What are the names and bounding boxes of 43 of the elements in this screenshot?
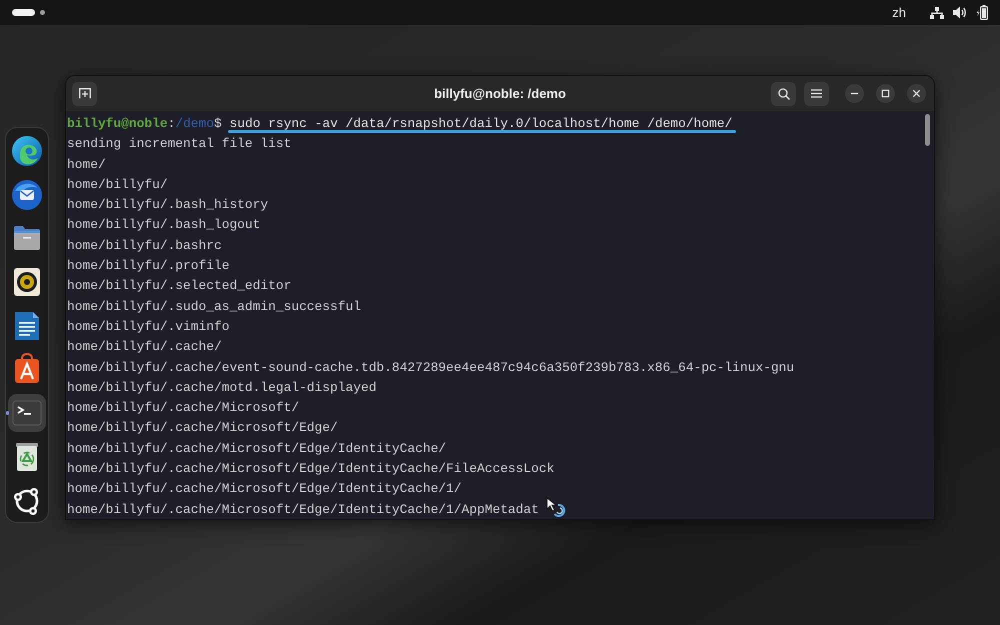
- output-line: home/billyfu/.cache/motd.legal-displayed: [67, 378, 376, 397]
- close-button[interactable]: [907, 84, 926, 103]
- close-icon: [912, 89, 921, 98]
- output-line: home/billyfu/.cache/event-sound-cache.tdb.8427289ee4ee487c94c6a350f239b783.x86_64-pc-linux-gnu: [67, 358, 794, 377]
- busy-cursor-icon: [546, 497, 566, 517]
- output-line: home/billyfu/.cache/: [67, 338, 222, 356]
- maximize-icon: [881, 89, 890, 98]
- dock-button[interactable]: [8, 394, 46, 432]
- output-line: home/billyfu/.selected_editor: [67, 277, 292, 296]
- swirl-icon: [11, 135, 43, 167]
- scrollbar-thumb[interactable]: [925, 114, 930, 146]
- volume-icon[interactable]: [953, 6, 967, 19]
- menu-button[interactable]: [804, 82, 829, 106]
- output-line: home/billyfu/.cache/Microsoft/Edge/IdentityCache/1/: [67, 480, 462, 498]
- window-title: billyfu@noble: /demo: [434, 86, 566, 102]
- new-tab-button[interactable]: [72, 82, 97, 106]
- output-line: home/billyfu/: [67, 176, 168, 194]
- search-icon: [778, 88, 790, 100]
- output-line: home/billyfu/.bashrc: [67, 236, 222, 255]
- search-button[interactable]: [771, 82, 796, 106]
- envelope-icon: [11, 178, 43, 211]
- speaker-icon: [11, 266, 43, 298]
- minimize-button[interactable]: [845, 84, 864, 103]
- output-line: home/billyfu/.viminfo: [67, 318, 230, 336]
- output-line: home/billyfu/.cache/Microsoft/Edge/IdentityCache/FileAccessLock: [67, 460, 554, 478]
- output-line: sending incremental file list: [67, 135, 292, 154]
- menu-icon: [811, 89, 822, 98]
- output-line: home/billyfu/.bash_logout: [67, 216, 260, 234]
- output-line: home/billyfu/.cache/Microsoft/Edge/: [67, 419, 338, 438]
- battery-icon[interactable]: [976, 5, 990, 20]
- workspace-pill-icon: [12, 9, 35, 16]
- output-line: home/billyfu/.bash_history: [67, 196, 268, 214]
- output-line: home/: [67, 156, 106, 174]
- output-line: home/billyfu/.cache/Microsoft/Edge/IdentityCache/: [67, 440, 446, 458]
- output-line: home/billyfu/.sudo_as_admin_successful: [67, 298, 361, 316]
- command-line: billyfu@noble:/demo$ sudo rsync -av /data/rsnapshot/daily.0/localhost/home /demo/home/: [67, 115, 732, 133]
- new-tab-icon: [78, 88, 90, 99]
- input-source-indicator[interactable]: zh: [892, 4, 906, 20]
- output-line: home/billyfu/.profile: [67, 257, 230, 276]
- maximize-button[interactable]: [876, 84, 895, 103]
- output-line: home/billyfu/.cache/Microsoft/Edge/IdentityCache/1/AppMetadat: [67, 500, 539, 519]
- network-icon[interactable]: [930, 6, 944, 18]
- output-line: home/billyfu/.cache/Microsoft/: [67, 399, 300, 418]
